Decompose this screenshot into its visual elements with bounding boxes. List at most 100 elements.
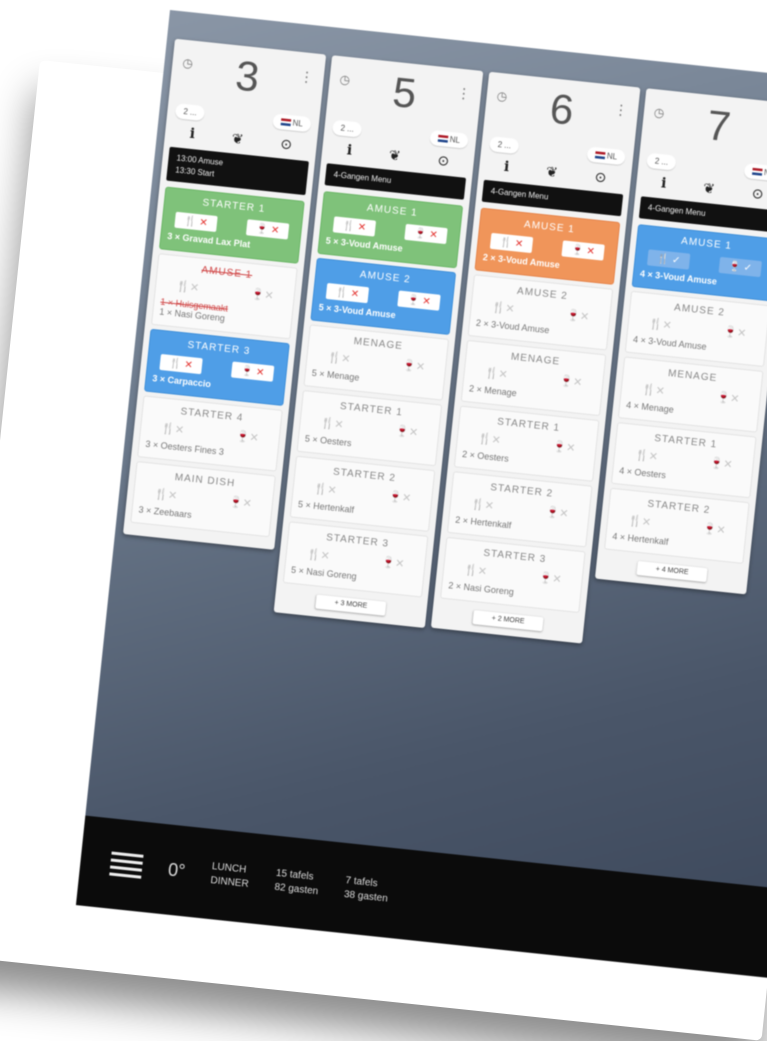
fork-icon: 🍴✕ <box>153 488 178 503</box>
glass-icon: 🍷✕ <box>394 424 419 440</box>
food-status-button[interactable]: 🍴 ✕ <box>325 282 370 304</box>
course-card[interactable]: AMUSE 1 🍴 ✕ 🍷 ✕ 5 × 3-Voud Amuse <box>317 191 464 269</box>
fork-icon: 🍴✕ <box>648 317 673 333</box>
paw-icon[interactable]: ❦ <box>231 130 244 148</box>
guests-pill[interactable]: 2 ... <box>174 103 206 122</box>
paw-icon[interactable]: ❦ <box>545 163 558 181</box>
glass-icon: 🍷✕ <box>558 374 583 390</box>
fork-icon: 🍴✕ <box>320 417 345 432</box>
glass-icon: 🍷✕ <box>702 522 727 537</box>
course-card[interactable]: MAIN DISH 🍴✕ 🍷✕ 3 × Zeebaars <box>130 460 276 538</box>
menu-icon[interactable] <box>109 848 144 883</box>
more-button[interactable]: + 2 MORE <box>472 610 544 632</box>
drink-status-button[interactable]: 🍷 ✕ <box>245 219 290 240</box>
glass-icon: 🍷✕ <box>715 391 741 406</box>
fork-icon: 🍴✕ <box>175 280 200 295</box>
glass-icon: 🍷✕ <box>235 430 260 445</box>
course-card[interactable]: MENAGE 🍴✕ 🍷✕ 2 × Menage <box>460 339 607 417</box>
drink-status-button[interactable]: 🍷 ✓ <box>718 256 762 278</box>
food-status-button[interactable]: 🍴 ✕ <box>174 211 218 233</box>
fork-icon: 🍴✕ <box>634 449 659 464</box>
clock-small-icon[interactable]: ⊙ <box>594 168 607 186</box>
course-card[interactable]: STARTER 1 🍴✕ 🍷✕ 2 × Oesters <box>453 405 600 482</box>
food-status-button[interactable]: 🍴 ✕ <box>332 216 377 237</box>
course-card[interactable]: AMUSE 2 🍴 ✕ 🍷 ✕ 5 × 3-Voud Amuse <box>310 257 457 336</box>
banner-line: 4-Gangen Menu <box>647 203 706 219</box>
fork-icon: 🍴✕ <box>463 563 488 579</box>
food-status-button[interactable]: 🍴 ✓ <box>646 249 691 270</box>
glass-icon: 🍷✕ <box>545 506 570 521</box>
service-toggle[interactable]: LUNCH DINNER <box>210 860 251 892</box>
table-number: 7 <box>704 100 733 151</box>
course-card[interactable]: STARTER 2 🍴✕ 🍷✕ 5 × Hertenkalf <box>289 455 436 532</box>
glass-icon: 🍷✕ <box>401 359 426 374</box>
course-card[interactable]: MENAGE 🍴✕ 🍷✕ 4 × Menage <box>617 356 764 433</box>
glass-icon: 🍷✕ <box>387 490 412 505</box>
more-options-icon[interactable]: ⋮ <box>299 68 315 86</box>
glass-icon: 🍷✕ <box>565 309 590 324</box>
course-card[interactable]: STARTER 1 🍴✕ 🍷✕ 4 × Oesters <box>610 422 757 499</box>
glass-icon: 🍷✕ <box>709 456 734 472</box>
flag-icon <box>594 151 606 160</box>
fork-icon: 🍴✕ <box>641 383 666 398</box>
more-button[interactable]: + 4 MORE <box>636 560 708 583</box>
course-card[interactable]: STARTER 4 🍴✕ 🍷✕ 3 × Oesters Fines 3 <box>137 395 283 472</box>
course-card[interactable]: MENAGE 🍴✕ 🍷✕ 5 × Menage <box>303 324 450 401</box>
course-card[interactable]: STARTER 3 🍴✕ 🍷✕ 5 × Nasi Goreng <box>282 521 429 598</box>
info-icon[interactable]: i <box>660 175 667 192</box>
glass-icon: 🍷✕ <box>380 556 405 571</box>
course-card[interactable]: STARTER 3 🍴✕ 🍷✕ 2 × Nasi Goreng <box>439 536 586 614</box>
temperature: 0° <box>167 859 187 881</box>
more-options-icon[interactable]: ⋮ <box>613 101 629 119</box>
glass-icon: 🍷✕ <box>538 571 563 587</box>
course-card[interactable]: AMUSE 1 🍴 ✕ 🍷 ✕ 2 × 3-Voud Amuse <box>474 207 621 285</box>
stat-total: 15 tafels 82 gasten <box>273 867 319 898</box>
info-icon[interactable]: i <box>503 159 510 176</box>
fork-icon: 🍴✕ <box>477 432 502 447</box>
guests-pill[interactable]: 2 ... <box>646 152 677 171</box>
course-card[interactable]: STARTER 1 🍴✕ 🍷✕ 5 × Oesters <box>296 389 443 467</box>
info-icon[interactable]: i <box>346 142 353 159</box>
course-card[interactable]: STARTER 1 🍴 ✕ 🍷 ✕ 3 × Gravad Lax Plat <box>158 186 305 264</box>
glass-icon: 🍷✕ <box>228 495 253 511</box>
drink-status-button[interactable]: 🍷 ✕ <box>397 290 441 311</box>
stat-open: 7 tafels 38 gasten <box>343 875 389 905</box>
guests-pill[interactable]: 2 ... <box>488 136 520 155</box>
fork-icon: 🍴✕ <box>313 482 338 498</box>
flag-icon <box>280 118 291 127</box>
more-button[interactable]: + 3 MORE <box>315 594 387 616</box>
more-options-icon[interactable]: ⋮ <box>456 84 472 102</box>
course-card[interactable]: STARTER 2 🍴✕ 🍷✕ 4 × Hertenkalf <box>604 487 750 564</box>
fork-icon: 🍴✕ <box>306 548 331 563</box>
fork-icon: 🍴✕ <box>326 351 351 366</box>
course-card[interactable]: AMUSE 1 🍴✕ 🍷✕ 1 × Huisgemaakt 1 × Nasi Goren… <box>150 253 298 340</box>
fork-icon: 🍴✕ <box>470 498 495 513</box>
course-card[interactable]: AMUSE 2 🍴✕ 🍷✕ 2 × 3-Voud Amuse <box>467 274 614 351</box>
fork-icon: 🍴✕ <box>484 366 509 382</box>
clock-small-icon[interactable]: ⊙ <box>279 135 293 153</box>
food-status-button[interactable]: 🍴 ✕ <box>159 353 203 375</box>
clock-small-icon[interactable]: ⊙ <box>437 152 450 170</box>
drink-status-button[interactable]: 🍷 ✕ <box>230 361 275 382</box>
guests-pill[interactable]: 2 ... <box>331 119 363 138</box>
course-card[interactable]: AMUSE 2 🍴✕ 🍷✕ 4 × 3-Voud Amuse <box>624 290 767 368</box>
glass-icon: 🍷✕ <box>250 288 275 303</box>
course-card[interactable]: STARTER 3 🍴 ✕ 🍷 ✕ 3 × Carpaccio <box>143 328 290 407</box>
glass-icon: 🍷✕ <box>551 440 576 455</box>
fork-icon: 🍴✕ <box>491 301 516 316</box>
food-status-button[interactable]: 🍴 ✕ <box>489 232 534 254</box>
kitchen-display-screen: ◷ 3 ⋮ 2 ... NL i ❦ ⊙ 13:00 Amuse 13:30 St… <box>75 10 767 991</box>
info-icon[interactable]: i <box>189 126 196 143</box>
drink-status-button[interactable]: 🍷 ✕ <box>404 223 448 245</box>
course-card[interactable]: AMUSE 1 🍴 ✓ 🍷 ✓ 4 × 3-Voud Amuse <box>631 224 767 302</box>
fork-icon: 🍴✕ <box>160 422 185 437</box>
paw-icon[interactable]: ❦ <box>388 147 401 165</box>
course-card[interactable]: STARTER 2 🍴✕ 🍷✕ 2 × Hertenkalf <box>446 471 593 548</box>
flag-icon <box>437 135 449 144</box>
glass-icon: 🍷✕ <box>722 325 747 340</box>
clock-small-icon[interactable]: ⊙ <box>751 185 764 203</box>
flag-icon <box>751 168 763 177</box>
drink-status-button[interactable]: 🍷 ✕ <box>561 240 605 261</box>
fork-icon: 🍴✕ <box>627 514 652 530</box>
paw-icon[interactable]: ❦ <box>702 180 715 198</box>
